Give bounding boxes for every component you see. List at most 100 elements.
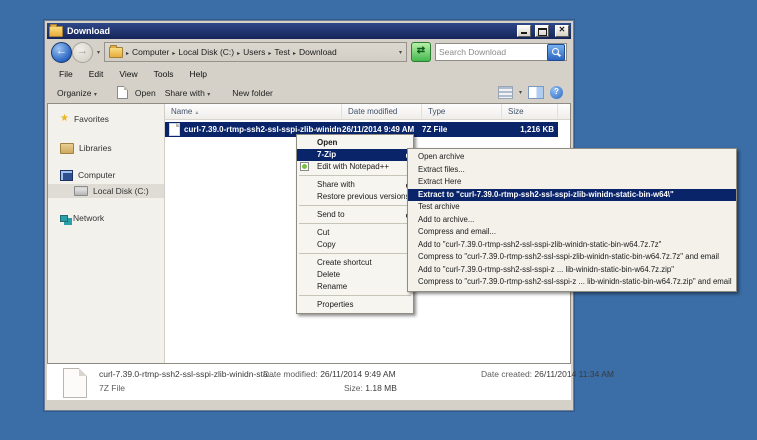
context-menu-item-send-to[interactable]: Send to bbox=[297, 209, 413, 221]
help-icon[interactable] bbox=[550, 86, 563, 99]
menu-help[interactable]: Help bbox=[181, 69, 214, 79]
sidebar-item-libraries[interactable]: Libraries bbox=[48, 141, 164, 155]
breadcrumb[interactable]: Computer Local Disk (C:) Users Test Down… bbox=[104, 42, 407, 62]
context-menu-item-share-with[interactable]: Share with bbox=[297, 179, 413, 191]
column-header-date-modified[interactable]: Date modified bbox=[342, 104, 422, 119]
sidebar-item-local-disk[interactable]: Local Disk (C:) bbox=[48, 184, 164, 198]
chevron-down-icon: ▾ bbox=[94, 92, 97, 98]
context-menu-item-copy[interactable]: Copy bbox=[297, 239, 413, 251]
submenu-item-compress-to-7z-and-email[interactable]: Compress to "curl-7.39.0-rtmp-ssh2-ssl-s… bbox=[408, 251, 736, 264]
details-file-name: curl-7.39.0-rtmp-ssh2-ssl-sspi-zlib-wini… bbox=[99, 369, 275, 379]
breadcrumb-folder-icon bbox=[109, 47, 123, 58]
favorites-star-icon: ★ bbox=[60, 114, 69, 124]
submenu-item-extract-files[interactable]: Extract files... bbox=[408, 164, 736, 177]
refresh-icon[interactable] bbox=[411, 42, 431, 62]
breadcrumb-separator-icon bbox=[237, 47, 240, 57]
menu-view[interactable]: View bbox=[111, 69, 145, 79]
address-dropdown-icon[interactable]: ▾ bbox=[399, 49, 402, 56]
open-button[interactable]: Open bbox=[133, 86, 158, 100]
notepad-plus-plus-icon bbox=[300, 162, 309, 171]
libraries-icon bbox=[60, 143, 74, 154]
context-menu-item-create-shortcut[interactable]: Create shortcut bbox=[297, 257, 413, 269]
submenu-item-test-archive[interactable]: Test archive bbox=[408, 201, 736, 214]
window-title: Download bbox=[67, 23, 513, 39]
file-preview-icon bbox=[63, 368, 87, 398]
file-date-cell: 26/11/2014 9:49 AM bbox=[342, 125, 422, 134]
details-size: Size: 1.18 MB bbox=[344, 383, 397, 393]
command-toolbar: Organize ▾ Open Share with ▾ New folder … bbox=[47, 82, 571, 103]
submenu-item-add-to-7z[interactable]: Add to "curl-7.39.0-rtmp-ssh2-ssl-sspi-z… bbox=[408, 239, 736, 252]
column-header-size[interactable]: Size bbox=[502, 104, 558, 119]
network-icon bbox=[60, 215, 68, 222]
file-icon bbox=[169, 123, 180, 136]
address-bar: ▾ Computer Local Disk (C:) Users Test Do… bbox=[47, 39, 571, 65]
minimize-button[interactable] bbox=[517, 25, 531, 37]
sort-ascending-icon bbox=[195, 107, 198, 116]
submenu-item-extract-here[interactable]: Extract Here bbox=[408, 176, 736, 189]
sidebar-item-computer[interactable]: Computer bbox=[48, 168, 164, 182]
sidebar-item-network[interactable]: Network bbox=[48, 211, 164, 225]
search-input[interactable] bbox=[436, 47, 547, 57]
submenu-item-add-to-archive[interactable]: Add to archive... bbox=[408, 214, 736, 227]
sidebar-item-favorites[interactable]: ★ Favorites bbox=[48, 112, 164, 126]
menu-file[interactable]: File bbox=[51, 69, 81, 79]
submenu-item-extract-to[interactable]: Extract to "curl-7.39.0-rtmp-ssh2-ssl-ss… bbox=[408, 189, 736, 202]
context-menu-item-delete[interactable]: Delete bbox=[297, 269, 413, 281]
submenu-item-add-to-zip[interactable]: Add to "curl-7.39.0-rtmp-ssh2-ssl-sspi-z… bbox=[408, 264, 736, 277]
sidebar-item-label: Network bbox=[73, 213, 104, 223]
submenu-item-compress-and-email[interactable]: Compress and email... bbox=[408, 226, 736, 239]
search-icon[interactable] bbox=[547, 44, 565, 61]
file-type-cell: 7Z File bbox=[422, 125, 502, 134]
7zip-submenu: Open archive Extract files... Extract He… bbox=[407, 148, 737, 292]
submenu-item-open-archive[interactable]: Open archive bbox=[408, 151, 736, 164]
details-date-created: Date created: 26/11/2014 11:34 AM bbox=[481, 369, 614, 379]
context-menu-item-7zip[interactable]: 7-Zip bbox=[297, 149, 413, 161]
new-folder-button[interactable]: New folder bbox=[230, 86, 275, 100]
views-dropdown-icon[interactable]: ▾ bbox=[519, 89, 522, 96]
navigation-pane: ★ Favorites Libraries Computer Local Dis… bbox=[48, 104, 165, 363]
menu-separator bbox=[299, 295, 411, 296]
preview-pane-icon[interactable] bbox=[528, 86, 544, 99]
context-menu-item-restore-previous-versions[interactable]: Restore previous versions bbox=[297, 191, 413, 203]
context-menu-item-edit-with-notepadpp[interactable]: Edit with Notepad++ bbox=[297, 161, 413, 173]
context-menu-item-rename[interactable]: Rename bbox=[297, 281, 413, 293]
context-menu-item-cut[interactable]: Cut bbox=[297, 227, 413, 239]
desktop: Download ▾ Computer Local Disk (C:) User… bbox=[0, 0, 757, 440]
window-folder-icon bbox=[49, 26, 63, 37]
breadcrumb-separator-icon bbox=[126, 47, 129, 57]
breadcrumb-separator-icon bbox=[293, 47, 296, 57]
details-date-modified: Date modified: 26/11/2014 9:49 AM bbox=[263, 369, 396, 379]
breadcrumb-item-users[interactable]: Users bbox=[243, 47, 265, 57]
toolbar-right-icons: ▾ bbox=[498, 86, 563, 99]
menu-separator bbox=[299, 175, 411, 176]
breadcrumb-item-download[interactable]: Download bbox=[299, 47, 337, 57]
breadcrumb-item-test[interactable]: Test bbox=[274, 47, 290, 57]
titlebar[interactable]: Download bbox=[47, 23, 571, 39]
submenu-item-compress-to-zip-and-email[interactable]: Compress to "curl-7.39.0-rtmp-ssh2-ssl-s… bbox=[408, 276, 736, 289]
sidebar-item-label: Computer bbox=[78, 170, 115, 180]
menu-tools[interactable]: Tools bbox=[146, 69, 182, 79]
breadcrumb-item-local-disk[interactable]: Local Disk (C:) bbox=[178, 47, 234, 57]
context-menu-item-open[interactable]: Open bbox=[297, 137, 413, 149]
menu-edit[interactable]: Edit bbox=[81, 69, 112, 79]
menu-separator bbox=[299, 223, 411, 224]
back-button[interactable] bbox=[51, 42, 72, 63]
chevron-down-icon: ▾ bbox=[207, 92, 210, 98]
maximize-button[interactable] bbox=[535, 25, 549, 37]
organize-button[interactable]: Organize ▾ bbox=[55, 86, 99, 100]
search-box bbox=[435, 43, 567, 61]
open-file-icon bbox=[117, 86, 128, 99]
menu-separator bbox=[299, 253, 411, 254]
breadcrumb-item-computer[interactable]: Computer bbox=[132, 47, 169, 57]
disk-drive-icon bbox=[74, 186, 88, 196]
context-menu: Open 7-Zip Edit with Notepad++ Share wit… bbox=[296, 134, 414, 314]
column-header-name[interactable]: Name bbox=[165, 104, 342, 119]
nav-history-chevron-icon[interactable]: ▾ bbox=[97, 49, 100, 56]
views-icon[interactable] bbox=[498, 86, 513, 99]
share-with-button[interactable]: Share with ▾ bbox=[163, 86, 213, 100]
forward-button[interactable] bbox=[72, 42, 93, 63]
sidebar-item-label: Favorites bbox=[74, 114, 109, 124]
close-button[interactable] bbox=[555, 25, 569, 37]
column-header-type[interactable]: Type bbox=[422, 104, 502, 119]
context-menu-item-properties[interactable]: Properties bbox=[297, 299, 413, 311]
